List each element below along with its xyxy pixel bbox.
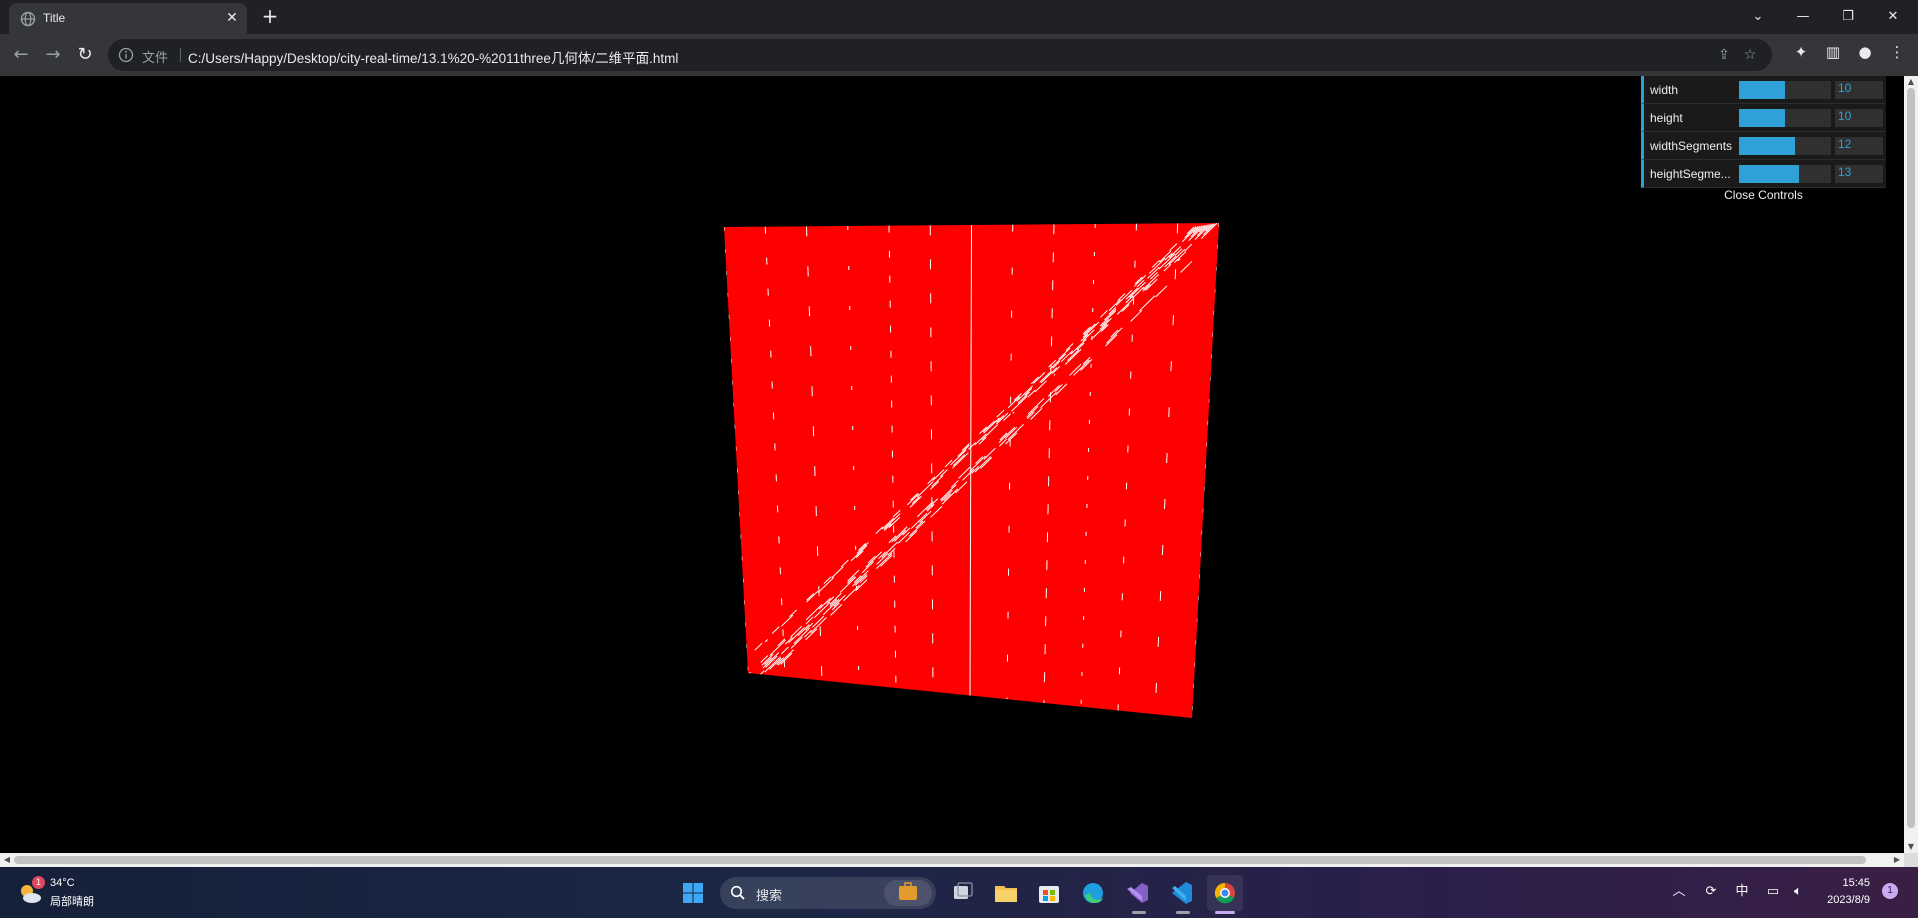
- gui-slider-fill: [1739, 81, 1785, 99]
- webgl-canvas[interactable]: [0, 76, 1904, 853]
- system-clock[interactable]: 15:45 2023/8/9: [1812, 875, 1870, 909]
- horizontal-scrollbar[interactable]: ◀ ▶: [0, 853, 1904, 867]
- folder-icon: [995, 886, 1017, 902]
- ime-indicator[interactable]: 中: [1731, 881, 1753, 903]
- gui-label: height: [1650, 111, 1683, 125]
- weather-widget[interactable]: 1 34°C 局部晴朗: [16, 876, 136, 910]
- reload-icon[interactable]: ↻: [73, 43, 97, 67]
- taskbar-search[interactable]: 搜索: [720, 877, 936, 909]
- horizontal-scroll-thumb[interactable]: [14, 856, 1866, 864]
- store-icon: [1039, 886, 1059, 903]
- vertical-scrollbar[interactable]: ▲ ▼: [1904, 76, 1918, 853]
- visual-studio-icon: [1127, 883, 1148, 903]
- gui-number-input[interactable]: 13: [1835, 165, 1883, 183]
- gui-slider-fill: [1739, 137, 1795, 155]
- chrome-icon: [1214, 882, 1235, 904]
- gui-slider[interactable]: [1739, 137, 1831, 155]
- close-window-button[interactable]: ✕: [1873, 4, 1913, 30]
- dat-gui-panel: width 10 height 10 widthSegments 12 heig…: [1641, 76, 1886, 208]
- show-hidden-icons-chevron-icon[interactable]: ︿: [1668, 881, 1690, 903]
- forward-arrow-icon[interactable]: →: [41, 43, 65, 67]
- side-panel-icon[interactable]: ▥: [1821, 43, 1845, 67]
- gui-control-width-segments[interactable]: widthSegments 12: [1641, 132, 1886, 160]
- task-view-button[interactable]: [945, 875, 981, 911]
- task-view-icon: [954, 882, 973, 899]
- minimize-button[interactable]: —: [1783, 4, 1823, 30]
- gui-slider-fill: [1739, 165, 1799, 183]
- profile-icon[interactable]: ●: [1853, 43, 1877, 67]
- gui-slider-fill: [1739, 109, 1785, 127]
- globe-icon: [20, 11, 36, 27]
- chrome-button[interactable]: [1207, 875, 1243, 911]
- url-text[interactable]: C:/Users/Happy/Desktop/city-real-time/13…: [188, 47, 678, 67]
- tab-strip: Title ✕ + ⌄ — ❐ ✕: [0, 0, 1918, 34]
- tab-close-icon[interactable]: ✕: [224, 10, 240, 26]
- browser-tab[interactable]: Title ✕: [9, 3, 247, 34]
- gui-number-input[interactable]: 10: [1835, 81, 1883, 99]
- share-icon[interactable]: ⇪: [1716, 47, 1732, 63]
- search-placeholder: 搜索: [756, 889, 783, 904]
- sync-icon[interactable]: ⟳: [1700, 881, 1722, 903]
- omnibox-divider: [180, 48, 181, 62]
- new-tab-button[interactable]: +: [258, 5, 282, 29]
- active-app-indicator: [1215, 911, 1235, 914]
- gui-control-width[interactable]: width 10: [1641, 76, 1886, 104]
- vertical-scroll-thumb[interactable]: [1907, 88, 1915, 828]
- weather-badge: 1: [32, 876, 45, 889]
- windows-taskbar: 1 34°C 局部晴朗 搜索 ︿ ⟳ 中 ▭ 🔈︎ 15:45 2023/8/9…: [0, 867, 1918, 918]
- scroll-right-arrow-icon[interactable]: ▶: [1890, 853, 1904, 867]
- address-bar[interactable]: 文件 C:/Users/Happy/Desktop/city-real-time…: [108, 39, 1772, 71]
- visual-studio-button[interactable]: [1119, 875, 1155, 911]
- info-icon[interactable]: [118, 47, 134, 63]
- gui-label: width: [1650, 83, 1679, 97]
- bookmark-star-icon[interactable]: ☆: [1742, 47, 1758, 63]
- tab-title: Title: [43, 11, 66, 25]
- extensions-puzzle-icon[interactable]: ✦: [1789, 43, 1813, 67]
- network-icon[interactable]: ▭: [1762, 881, 1784, 903]
- browser-toolbar: ← → ↻ 文件 C:/Users/Happy/Desktop/city-rea…: [0, 34, 1918, 76]
- running-indicator: [1176, 911, 1190, 914]
- back-arrow-icon[interactable]: ←: [9, 43, 33, 67]
- notification-badge[interactable]: 1: [1882, 883, 1898, 899]
- edge-button[interactable]: [1075, 875, 1111, 911]
- windows-logo-icon: [683, 883, 703, 903]
- gui-label: widthSegments: [1650, 139, 1733, 153]
- page-viewport: width 10 height 10 widthSegments 12 heig…: [0, 76, 1904, 853]
- edge-icon: [1083, 883, 1103, 903]
- scroll-up-arrow-icon[interactable]: ▲: [1904, 76, 1918, 88]
- clock-date: 2023/8/9: [1827, 894, 1870, 906]
- file-explorer-button[interactable]: [988, 875, 1024, 911]
- scroll-down-arrow-icon[interactable]: ▼: [1904, 841, 1918, 853]
- scrollbar-corner: [1904, 853, 1918, 867]
- scroll-left-arrow-icon[interactable]: ◀: [0, 853, 14, 867]
- menu-kebab-icon[interactable]: ⋮: [1885, 43, 1909, 67]
- gui-slider[interactable]: [1739, 81, 1831, 99]
- weather-description: 局部晴朗: [50, 896, 94, 908]
- running-indicator: [1132, 911, 1146, 914]
- vscode-icon: [1172, 882, 1192, 904]
- tab-search-chevron-icon[interactable]: ⌄: [1738, 4, 1778, 30]
- gui-number-input[interactable]: 12: [1835, 137, 1883, 155]
- gui-control-height[interactable]: height 10: [1641, 104, 1886, 132]
- close-controls-button[interactable]: Close Controls: [1641, 188, 1886, 208]
- gui-number-input[interactable]: 10: [1835, 109, 1883, 127]
- file-scheme-label: 文件: [142, 51, 169, 66]
- weather-temperature: 34°C: [50, 877, 75, 889]
- gui-label: heightSegme...: [1650, 167, 1731, 181]
- vscode-button[interactable]: [1163, 875, 1199, 911]
- microsoft-store-button[interactable]: [1031, 875, 1067, 911]
- start-button[interactable]: [675, 875, 711, 911]
- search-icon: [730, 885, 745, 900]
- restore-button[interactable]: ❐: [1828, 4, 1868, 30]
- volume-icon[interactable]: 🔈︎: [1787, 881, 1809, 903]
- gui-slider[interactable]: [1739, 109, 1831, 127]
- search-highlight-icon: [884, 880, 932, 906]
- gui-slider[interactable]: [1739, 165, 1831, 183]
- clock-time: 15:45: [1842, 877, 1870, 889]
- gui-control-height-segments[interactable]: heightSegme... 13: [1641, 160, 1886, 188]
